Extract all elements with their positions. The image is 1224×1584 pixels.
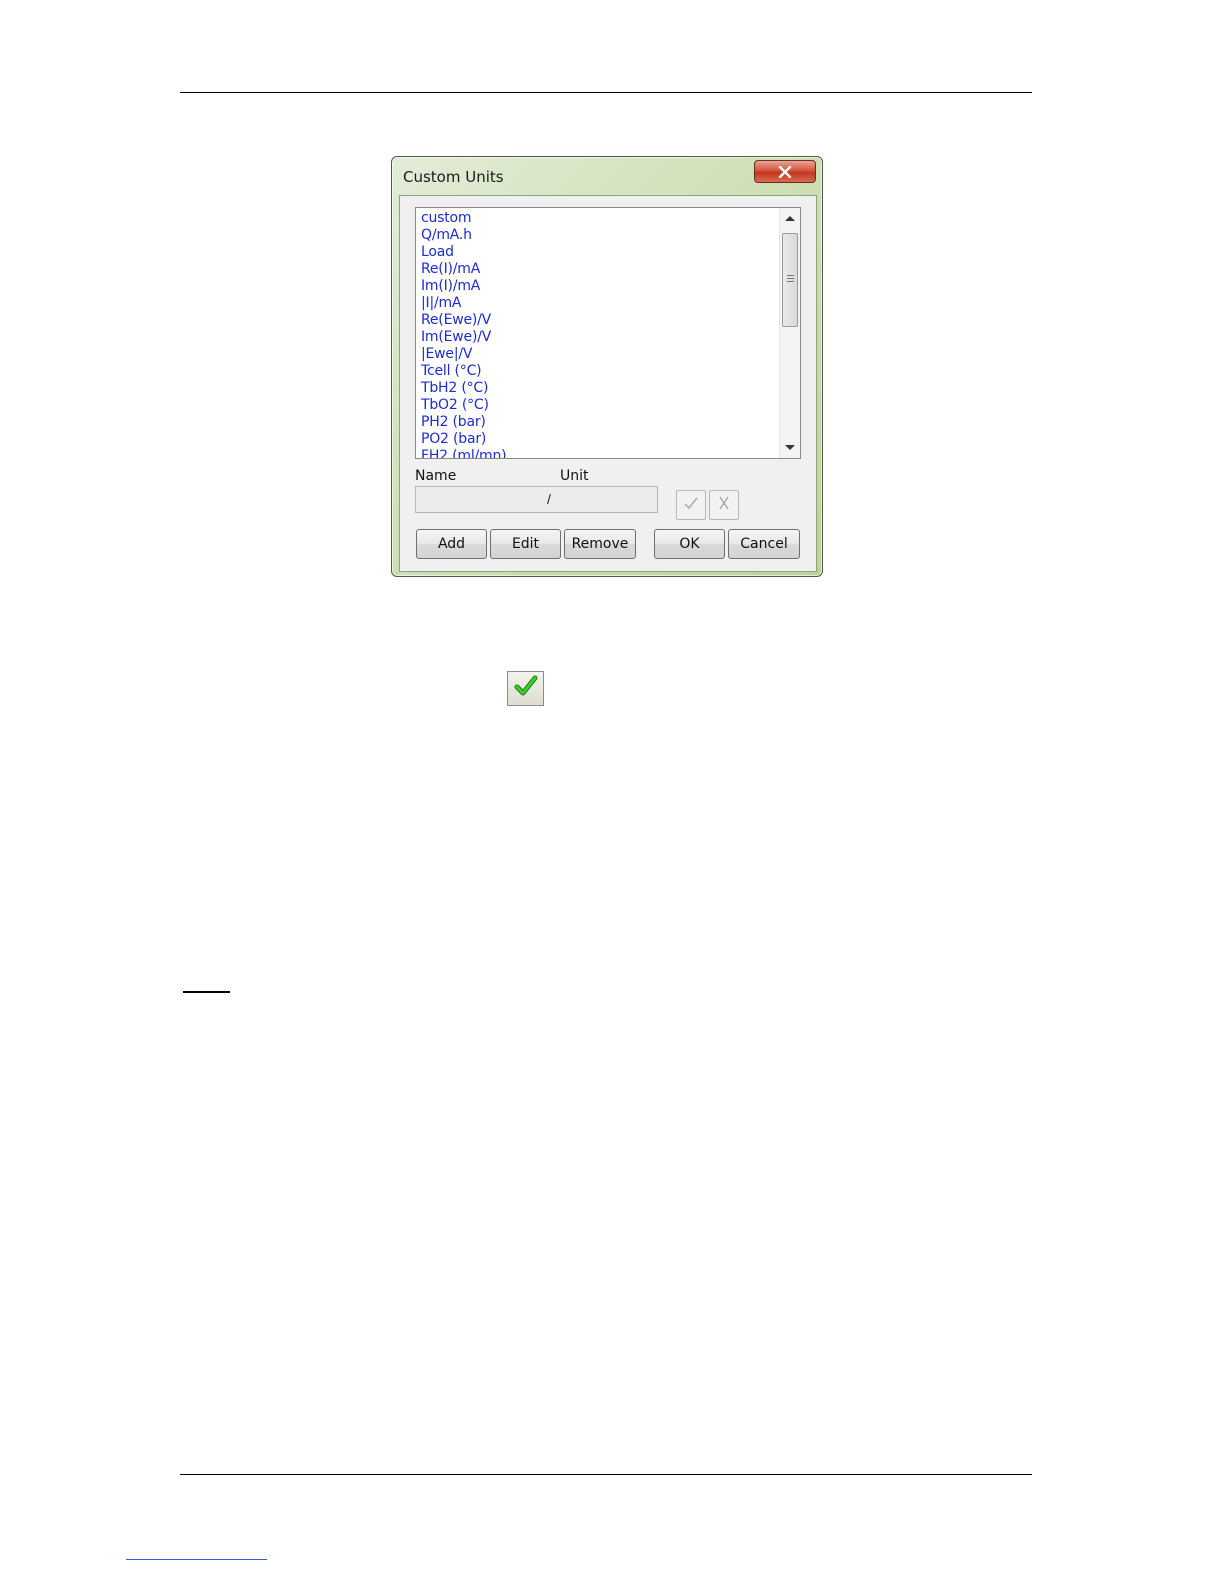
dialog-title: Custom Units	[403, 168, 504, 186]
check-icon	[514, 675, 538, 702]
validate-button[interactable]	[507, 671, 544, 706]
list-item[interactable]: TbO2 (°C)	[421, 397, 776, 414]
unit-label: Unit	[560, 468, 589, 484]
edit-button[interactable]: Edit	[490, 529, 561, 559]
list-item[interactable]: FH2 (ml/mn)	[421, 448, 776, 458]
list-item[interactable]: Tcell (°C)	[421, 363, 776, 380]
x-icon	[717, 495, 731, 516]
name-unit-field[interactable]: /	[415, 486, 658, 513]
scroll-down-arrow-icon[interactable]	[785, 445, 795, 450]
list-item[interactable]: Im(I)/mA	[421, 278, 776, 295]
scroll-thumb[interactable]	[782, 233, 798, 327]
grip-line	[787, 278, 794, 279]
close-button[interactable]	[754, 160, 816, 183]
grip-line	[787, 281, 794, 282]
confirm-edit-button[interactable]	[676, 490, 706, 520]
vertical-scrollbar[interactable]	[779, 208, 800, 458]
cancel-button[interactable]: Cancel	[728, 529, 800, 559]
scroll-up-arrow-icon[interactable]	[785, 216, 795, 221]
name-unit-value: /	[547, 491, 551, 507]
list-item[interactable]: PO2 (bar)	[421, 431, 776, 448]
name-label: Name	[415, 468, 457, 484]
list-item[interactable]: Q/mA.h	[421, 227, 776, 244]
list-item[interactable]: Load	[421, 244, 776, 261]
list-item[interactable]: |I|/mA	[421, 295, 776, 312]
list-item[interactable]: PH2 (bar)	[421, 414, 776, 431]
dialog-body: custom Q/mA.h Load Re(I)/mA Im(I)/mA |I|/mA Re…	[399, 195, 817, 572]
ok-button[interactable]: OK	[654, 529, 725, 559]
list-item[interactable]: Re(I)/mA	[421, 261, 776, 278]
header-rule	[180, 92, 1032, 93]
footer-rule	[180, 1474, 1032, 1475]
units-list: custom Q/mA.h Load Re(I)/mA Im(I)/mA |I|/mA Re…	[421, 210, 776, 458]
list-item[interactable]: Re(Ewe)/V	[421, 312, 776, 329]
list-item[interactable]: |Ewe|/V	[421, 346, 776, 363]
close-icon	[778, 165, 792, 178]
list-item[interactable]: custom	[421, 210, 776, 227]
custom-units-dialog: Custom Units custom Q/mA.h Load Re(I)/mA Im(…	[391, 156, 823, 577]
note-underline	[183, 991, 230, 993]
dialog-titlebar[interactable]: Custom Units	[392, 157, 822, 197]
list-item[interactable]: Im(Ewe)/V	[421, 329, 776, 346]
add-button[interactable]: Add	[416, 529, 487, 559]
discard-edit-button[interactable]	[709, 490, 739, 520]
check-icon	[683, 496, 699, 515]
units-listbox[interactable]: custom Q/mA.h Load Re(I)/mA Im(I)/mA |I|/mA Re…	[415, 207, 801, 459]
remove-button[interactable]: Remove	[564, 529, 636, 559]
list-item[interactable]: TbH2 (°C)	[421, 380, 776, 397]
footer-link-underline	[126, 1559, 267, 1560]
grip-line	[787, 275, 794, 276]
